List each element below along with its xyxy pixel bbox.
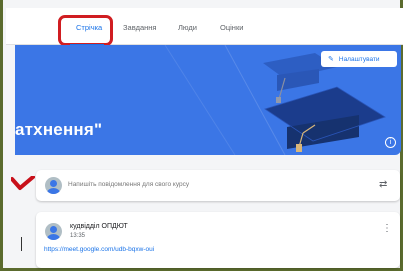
avatar-icon — [45, 177, 62, 194]
avatar-icon — [45, 223, 62, 240]
pencil-icon: ✎ — [328, 56, 334, 63]
tab-grades[interactable]: Оцінки — [220, 23, 243, 32]
window-frame: Стрічка Завдання Люди Оцінки атхнення" ✎… — [0, 0, 403, 271]
customize-button[interactable]: ✎ Налаштувати — [321, 51, 397, 67]
announcement-composer[interactable]: Напишіть повідомлення для свого курсу ⇄ — [36, 170, 400, 201]
composer-placeholder: Напишіть повідомлення для свого курсу — [68, 181, 190, 188]
class-banner: атхнення" ✎ Налаштувати i — [15, 45, 401, 155]
text-cursor — [21, 237, 22, 251]
checkmark-icon — [11, 176, 35, 190]
tab-people[interactable]: Люди — [178, 23, 197, 32]
tab-highlight-box — [58, 15, 113, 46]
post-author: кудвідділ ОПДЮТ — [70, 223, 128, 230]
more-vert-icon[interactable]: ⋮ — [382, 223, 392, 234]
repost-icon[interactable]: ⇄ — [379, 179, 387, 190]
tab-assignments[interactable]: Завдання — [123, 23, 157, 32]
info-icon[interactable]: i — [385, 137, 396, 148]
customize-label: Налаштувати — [338, 55, 380, 63]
post-date: 13:35 — [70, 233, 86, 239]
stream-post: кудвідділ ОПДЮТ 13:35 https://meet.googl… — [36, 212, 400, 268]
meet-link[interactable]: https://meet.google.com/udb-bqxw-oui — [44, 246, 154, 253]
class-title: атхнення" — [15, 120, 103, 139]
